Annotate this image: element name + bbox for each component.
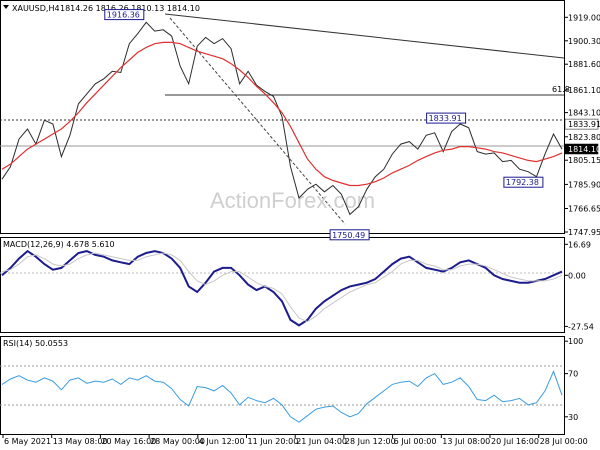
x-tick-label: 4 Jun 12:00 [199,437,245,446]
price-y-tick-label: 1900.30 [568,37,600,46]
macd-y-tick-label: -27.54 [568,322,594,331]
x-tick-label: 21 Jun 04:00 [296,437,347,446]
x-tick-label: 13 May 08:00 [53,437,108,446]
price-y-tick-label: 1843.10 [568,109,600,118]
rsi-y-tick-label: 30 [568,413,578,422]
trend-line [164,13,565,59]
x-tick-label: 20 Jul 16:00 [491,437,539,446]
rsi-y-tick-label: 70 [568,370,578,379]
macd-series-0 [1,249,563,327]
price-label: 1792.38 [506,178,539,187]
right-price-tag: 1814.10 [568,145,600,154]
chart-canvas: 61.8 ActionForex.com XAUUSD,H4 1814.26 1… [0,0,600,446]
price-y-tick-label: 1823.80 [568,133,600,142]
price-y-tick-label: 1785.90 [568,180,600,189]
rsi-series-group [1,370,563,423]
price-series-0 [1,21,563,216]
price-y-tick-label: 1919.00 [568,13,600,22]
price-header: XAUUSD,H4 1814.26 1816.26 1810.13 1814.1… [3,4,200,13]
macd-title: MACD(12,26,9) 4.678 5.610 [3,240,115,249]
macd-y-tick-label: 0.00 [568,271,586,280]
rsi-title: RSI(14) 50.0553 [3,339,68,348]
price-label: 1916.36 [107,11,140,20]
rsi-y-tick-label: 100 [568,337,583,346]
watermark: ActionForex.com [210,188,375,213]
rsi-series-0 [1,370,563,423]
x-tick-label: 6 Jul 00:00 [394,437,437,446]
macd-series-group [1,249,563,327]
collapse-icon [3,5,9,9]
price-y-tick-label: 1881.60 [568,60,600,69]
x-tick-label: 11 Jun 20:00 [248,437,299,446]
y-axis-labels: 1919.00 1900.30 1881.60 1861.10 1843.10 1823.… [565,13,600,422]
x-tick-label: 28 Jul 00:00 [540,437,588,446]
price-series-group [1,21,563,216]
right-price-tag: 1833.91 [568,120,600,129]
price-y-tick-label: 1805.15 [568,156,600,165]
rsi-panel-frame [0,336,565,435]
price-label: 1833.91 [429,114,462,123]
price-y-tick-label: 1766.65 [568,205,600,214]
x-tick-label: 28 May 00:00 [150,437,205,446]
macd-y-tick-label: 16.69 [568,240,591,249]
x-tick-label: 20 May 16:00 [101,437,156,446]
x-tick-label: 6 May 2021 [4,437,51,446]
price-series-1 [1,41,563,187]
x-tick-label: 13 Jul 08:00 [442,437,490,446]
symbol-label: XAUUSD,H4 [12,4,60,13]
price-label: 1750.49 [332,231,365,240]
price-y-tick-label: 1861.10 [568,86,600,95]
x-axis-labels: 6 May 2021 13 May 08:0020 May 16:0028 May… [2,435,588,446]
price-y-tick-label: 1747.95 [568,228,600,237]
x-tick-label: 28 Jun 12:00 [345,437,396,446]
macd-series-1 [1,252,563,323]
